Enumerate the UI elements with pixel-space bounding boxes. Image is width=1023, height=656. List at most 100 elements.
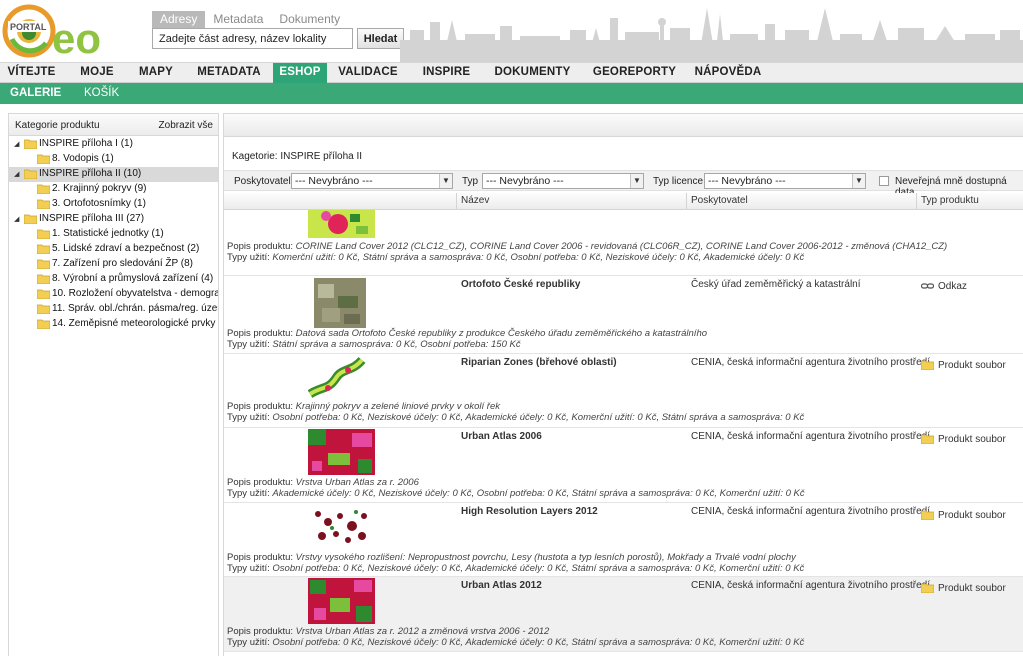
table-row[interactable]: Ortofoto České republiky Český úřad země…	[224, 276, 1023, 354]
provider-filter-select[interactable]: --- Nevybráno --- ▼	[291, 173, 453, 189]
folder-icon	[921, 360, 934, 371]
description-prefix: Popis produktu:	[227, 401, 294, 412]
portal-geo-logo[interactable]: PORTAL eo	[2, 3, 122, 58]
usage-prefix: Typy užití:	[227, 412, 270, 423]
product-thumbnail	[308, 429, 375, 475]
filter-bar: Poskytovatel --- Nevybráno --- ▼ Typ ---…	[224, 170, 1023, 198]
tree-node-sprav-oblasti[interactable]: 11. Správ. obl./chrán. pásma/reg. území …	[9, 302, 218, 317]
show-all-link[interactable]: Zobrazit vše	[159, 120, 213, 131]
table-row[interactable]: Urban Atlas 2006 CENIA, česká informační…	[224, 428, 1023, 503]
tree-node-inspire-2[interactable]: ◢ INSPIRE příloha II (10)	[9, 167, 218, 182]
search-tab-dokumenty[interactable]: Dokumenty	[271, 11, 348, 28]
nav-metadata[interactable]: METADATA	[190, 63, 268, 83]
svg-text:PORTAL: PORTAL	[10, 22, 47, 32]
nav-dokumenty[interactable]: DOKUMENTY	[487, 63, 578, 83]
nav-georeporty[interactable]: GEOREPORTY	[585, 63, 684, 83]
product-provider: Český úřad zeměměřický a katastrální	[691, 279, 861, 290]
sub-navigation: GALERIE KOŠÍK	[0, 83, 1023, 104]
usage-prefix: Typy užití:	[227, 563, 270, 574]
license-filter-select[interactable]: --- Nevybráno --- ▼	[704, 173, 866, 189]
tree-node-statisticke-jednotky[interactable]: 1. Statistické jednotky (1)	[9, 227, 218, 242]
column-header-type[interactable]: Typ produktu	[916, 193, 1023, 210]
tree-label: INSPIRE příloha II (10)	[39, 168, 142, 179]
search-tab-metadata[interactable]: Metadata	[205, 11, 271, 28]
subnav-kosik[interactable]: KOŠÍK	[84, 83, 119, 104]
expand-toggle-icon[interactable]: ◢	[14, 215, 19, 223]
category-title: Kagetorie: INSPIRE příloha II	[232, 151, 363, 162]
tree-node-vyrobni-zarizeni[interactable]: 8. Výrobní a průmyslová zařízení (4)	[9, 272, 218, 287]
category-panel-header: Kategorie produktu Zobrazit vše	[9, 114, 218, 136]
nav-validace[interactable]: VALIDACE	[331, 63, 405, 83]
product-thumbnail	[308, 578, 375, 624]
license-filter-value: --- Nevybráno ---	[708, 175, 786, 187]
tree-label: INSPIRE příloha I (1)	[39, 138, 133, 149]
folder-icon	[37, 184, 50, 194]
tree-node-zarizeni-zp[interactable]: 7. Zařízení pro sledování ŽP (8)	[9, 257, 218, 272]
column-header-thumbnail[interactable]	[224, 193, 456, 210]
tree-node-inspire-3[interactable]: ◢ INSPIRE příloha III (27)	[9, 212, 218, 227]
folder-icon	[37, 199, 50, 209]
tree-node-ortofotosnimky[interactable]: 3. Ortofotosnímky (1)	[9, 197, 218, 212]
product-usage: Typy užití: Osobní potřeba: 0 Kč, Nezisk…	[227, 563, 804, 574]
subnav-galerie[interactable]: GALERIE	[10, 83, 61, 104]
product-name[interactable]: Riparian Zones (břehové oblasti)	[461, 357, 617, 368]
search-button[interactable]: Hledat	[357, 28, 404, 49]
expand-toggle-icon[interactable]: ◢	[14, 170, 19, 178]
dropdown-arrow-icon: ▼	[439, 174, 452, 188]
provider-filter-value: --- Nevybráno ---	[295, 175, 373, 187]
nav-moje[interactable]: MOJE	[73, 63, 121, 83]
tree-label: 7. Zařízení pro sledování ŽP (8)	[52, 258, 193, 269]
table-row[interactable]: High Resolution Layers 2012 CENIA, česká…	[224, 503, 1023, 577]
tree-node-vodopis[interactable]: 8. Vodopis (1)	[9, 152, 218, 167]
folder-icon	[921, 434, 934, 445]
product-usage: Typy užití: Akademické účely: 0 Kč, Nezi…	[227, 488, 805, 499]
provider-filter-label: Poskytovatel	[234, 176, 291, 187]
product-list: Produkt soubor Popis produktu: CORINE La…	[224, 210, 1023, 656]
product-usage: Typy užití: Státní správa a samospráva: …	[227, 339, 521, 350]
folder-icon	[921, 510, 934, 521]
tree-node-rozlozeni-obyvatelstva[interactable]: 10. Rozložení obyvatelstva - demografie	[9, 287, 218, 302]
usage-text: Komerční užití: 0 Kč, Státní správa a sa…	[272, 252, 805, 263]
product-type-label: Odkaz	[938, 281, 967, 292]
product-thumbnail	[308, 504, 375, 548]
product-usage: Typy užití: Osobní potřeba: 0 Kč, Nezisk…	[227, 412, 804, 423]
nav-eshop[interactable]: ESHOP	[273, 63, 327, 83]
nonpublic-data-checkbox[interactable]	[879, 176, 889, 186]
folder-icon	[37, 154, 50, 164]
table-header: Název Poskytovatel Typ produktu	[224, 193, 1023, 210]
tree-node-meteorologicke-prvky[interactable]: 14. Zeměpisné meteorologické prvky (2)	[9, 317, 218, 332]
folder-icon	[37, 289, 50, 299]
product-type-label: Produkt soubor	[938, 434, 1006, 445]
product-name[interactable]: Urban Atlas 2006	[461, 431, 542, 442]
tree-node-lidske-zdravi[interactable]: 5. Lidské zdraví a bezpečnost (2)	[9, 242, 218, 257]
nav-inspire[interactable]: INSPIRE	[414, 63, 479, 83]
product-name[interactable]: Urban Atlas 2012	[461, 580, 542, 591]
folder-icon	[37, 259, 50, 269]
table-row[interactable]: Produkt soubor Popis produktu: CORINE La…	[224, 210, 1023, 276]
type-filter-label: Typ	[462, 176, 479, 187]
type-filter-select[interactable]: --- Nevybráno --- ▼	[482, 173, 644, 189]
category-panel-title: Kategorie produktu	[15, 120, 100, 131]
nav-vitejte[interactable]: VÍTEJTE	[0, 63, 63, 83]
table-row[interactable]: Riparian Zones (břehové oblasti) CENIA, …	[224, 354, 1023, 428]
search-tab-adresy[interactable]: Adresy	[152, 11, 206, 28]
nav-napoveda[interactable]: NÁPOVĚDA	[690, 63, 766, 83]
search-input[interactable]	[152, 28, 353, 49]
product-type: Produkt soubor	[921, 510, 1006, 521]
description-text: Datová sada Ortofoto České republiky z p…	[295, 328, 708, 339]
tree-label: 5. Lidské zdraví a bezpečnost (2)	[52, 243, 200, 254]
tree-node-krajinny-pokryv[interactable]: 2. Krajinný pokryv (9)	[9, 182, 218, 197]
expand-toggle-icon[interactable]: ◢	[14, 140, 19, 148]
tree-node-inspire-1[interactable]: ◢ INSPIRE příloha I (1)	[9, 137, 218, 152]
description-text: Vrstvy vysokého rozlišení: Nepropustnost…	[295, 552, 796, 563]
type-filter-value: --- Nevybráno ---	[486, 175, 564, 187]
product-name[interactable]: Ortofoto České republiky	[461, 279, 580, 290]
folder-icon	[37, 319, 50, 329]
nav-mapy[interactable]: MAPY	[130, 63, 182, 83]
column-header-name[interactable]: Název	[456, 193, 686, 210]
product-name[interactable]: High Resolution Layers 2012	[461, 506, 598, 517]
tree-label: 11. Správ. obl./chrán. pásma/reg. území …	[52, 303, 218, 314]
table-row[interactable]: Urban Atlas 2012 CENIA, česká informační…	[224, 577, 1023, 652]
usage-prefix: Typy užití:	[227, 339, 270, 350]
column-header-provider[interactable]: Poskytovatel	[686, 193, 916, 210]
